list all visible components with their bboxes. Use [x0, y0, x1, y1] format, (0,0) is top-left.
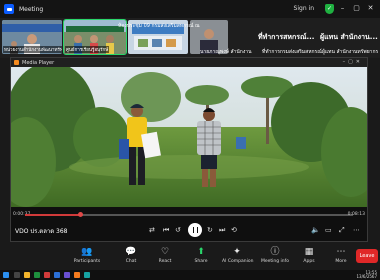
player-title-bar: Media Player –▢✕: [11, 58, 367, 67]
search-icon[interactable]: [14, 272, 20, 278]
participant-name: ศูนย์การเรียนรู้อนุรักษ์: [65, 46, 110, 53]
apps-label: Apps: [303, 259, 315, 264]
pause-icon: [192, 227, 198, 233]
chat-label: Chat: [125, 259, 137, 264]
more-options-icon[interactable]: ⋯: [353, 226, 360, 234]
header-right-sub: ผู้แทน สำนักงานทรัพยากร: [322, 49, 379, 55]
pause-button[interactable]: [188, 223, 202, 237]
media-player-taskbar-icon[interactable]: [74, 272, 80, 278]
seek-bar[interactable]: 0:00:37 0:08:13: [11, 208, 367, 220]
browser-icon[interactable]: [34, 272, 40, 278]
start-icon[interactable]: [3, 272, 9, 278]
apps-button[interactable]: ▦ Apps: [294, 247, 324, 264]
volume-icon[interactable]: 🔈: [311, 226, 320, 234]
meeting-info-button[interactable]: ⓘ Meeting info: [260, 247, 290, 264]
participant-video[interactable]: หน่วยงานสำนักงานพัฒนาทรัพยากร: [2, 20, 62, 54]
video-filename: VDO ปร.ตลาด 368: [15, 228, 68, 235]
share-button[interactable]: ⬆ Share: [186, 247, 216, 264]
participants-label: Participants: [73, 259, 101, 264]
zoom-logo-icon: [4, 4, 14, 14]
video-frame: [11, 67, 367, 207]
header-left-sub: ที่ทำการกรมส่งเสริมสหกรณ์: [262, 49, 322, 55]
heart-icon: ♡: [160, 247, 170, 257]
previous-icon[interactable]: ⏮: [163, 226, 169, 235]
share-icon: ⬆: [197, 247, 205, 257]
chat-button[interactable]: 💬 Chat: [116, 247, 146, 264]
more-button[interactable]: ⋯ More: [326, 247, 356, 264]
maximize-icon[interactable]: ▢: [351, 3, 362, 14]
seek-track[interactable]: [25, 212, 353, 217]
close-icon[interactable]: ✕: [365, 3, 376, 14]
player-controls: VDO ปร.ตลาด 368 ⇄ ⏮ ↺ ↻ ⏭ ⟲ 🔈 ▭ ⤢ ⋯: [11, 220, 367, 241]
participant-name: หน่วยงานสำนักงานพัฒนาทรัพยากร: [3, 46, 62, 53]
player-title: Media Player: [22, 59, 55, 66]
app-icon[interactable]: [64, 272, 70, 278]
participant-video-active[interactable]: ศูนย์การเรียนรู้อนุรักษ์: [63, 19, 127, 55]
meeting-info-label: Meeting info: [260, 259, 289, 264]
participant-strip: หน่วยงานสำนักงานพัฒนาทรัพยากร ศูนย์การเร…: [0, 18, 380, 58]
media-player-window: Media Player –▢✕ 0:00:37 0:08:13 VDO ปร.…: [10, 57, 368, 242]
media-player-icon: [14, 60, 19, 65]
zoom-taskbar-icon[interactable]: [54, 272, 60, 278]
apps-icon: ▦: [304, 247, 314, 257]
rewind-icon[interactable]: ↺: [175, 226, 181, 234]
caption-icon[interactable]: ▭: [325, 226, 332, 234]
app-icon[interactable]: [84, 272, 90, 278]
speaker-name-label: นายภาณุพงษ์ สำนักงาน: [200, 49, 252, 55]
forward-icon[interactable]: ↻: [207, 226, 213, 234]
title-bar: Meeting Sign in ✓ – ▢ ✕: [0, 0, 380, 18]
next-icon[interactable]: ⏭: [219, 226, 225, 235]
more-label: More: [335, 259, 347, 264]
react-label: React: [158, 259, 172, 264]
share-label: Share: [194, 259, 208, 264]
folder-icon[interactable]: [24, 272, 30, 278]
header-right-big: ผู้แทน สำนักงาน...: [320, 33, 378, 41]
minimize-icon[interactable]: –: [337, 3, 348, 14]
security-shield-icon[interactable]: ✓: [325, 3, 334, 14]
info-icon: ⓘ: [270, 247, 280, 257]
window-title: Meeting: [19, 5, 44, 13]
ai-icon: ✦: [233, 247, 241, 257]
speaker-room-title: ห้องประชุม 09 กรมส่งเสริมสหกรณ์ ณ: [118, 23, 200, 29]
player-window-controls[interactable]: –▢✕: [343, 59, 363, 65]
app-icon[interactable]: [44, 272, 50, 278]
os-taskbar: 13:55 13/6/2567: [0, 270, 380, 280]
chat-icon: 💬: [125, 247, 137, 257]
ai-companion-label: AI Companion: [222, 259, 254, 264]
time-total: 0:08:13: [347, 212, 365, 217]
clock[interactable]: 13:55 13/6/2567: [356, 271, 377, 279]
shuffle-icon[interactable]: ⇄: [149, 226, 155, 234]
header-left-big: ที่ทำการสหกรณ์...: [258, 33, 315, 41]
seek-handle[interactable]: [78, 212, 84, 217]
meeting-toolbar: 👥 Participants 💬 Chat ♡ React ⬆ Share ✦ …: [0, 244, 380, 270]
react-button[interactable]: ♡ React: [150, 247, 180, 264]
participants-button[interactable]: 👥 Participants: [72, 247, 102, 264]
people-icon: 👥: [81, 247, 93, 257]
leave-button[interactable]: Leave: [356, 249, 378, 263]
sign-in-link[interactable]: Sign in: [294, 5, 314, 12]
clock-date: 13/6/2567: [356, 274, 377, 279]
ai-companion-button[interactable]: ✦ AI Companion: [222, 247, 254, 264]
seek-progress: [25, 214, 81, 216]
more-icon: ⋯: [336, 247, 346, 257]
repeat-icon[interactable]: ⟲: [231, 226, 237, 234]
fullscreen-icon[interactable]: ⤢: [339, 226, 345, 235]
